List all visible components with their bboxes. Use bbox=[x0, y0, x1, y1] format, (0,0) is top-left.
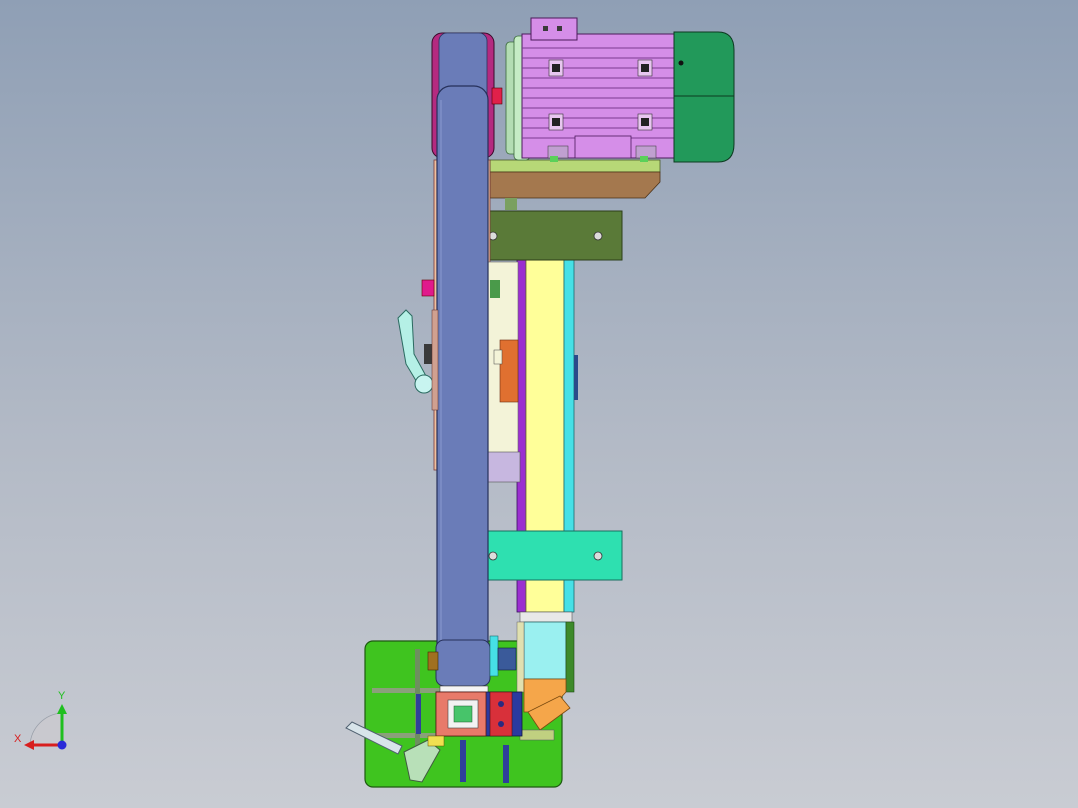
tensioner-housing bbox=[435, 691, 523, 737]
coordinate-triad: Y X bbox=[14, 690, 67, 750]
z-axis-dot bbox=[57, 740, 67, 750]
motor-shelf bbox=[489, 159, 661, 210]
x-axis-label: X bbox=[14, 733, 22, 745]
upper-tension-lever bbox=[397, 309, 439, 411]
upper-mount-plate bbox=[467, 210, 623, 261]
y-axis-label: Y bbox=[58, 690, 66, 702]
lower-clamp-plate bbox=[467, 530, 623, 581]
assembly-drawing: Y X bbox=[14, 17, 735, 788]
sanding-belt bbox=[436, 85, 489, 683]
electric-motor bbox=[505, 17, 735, 163]
cad-viewport[interactable]: Y X bbox=[0, 0, 1078, 808]
